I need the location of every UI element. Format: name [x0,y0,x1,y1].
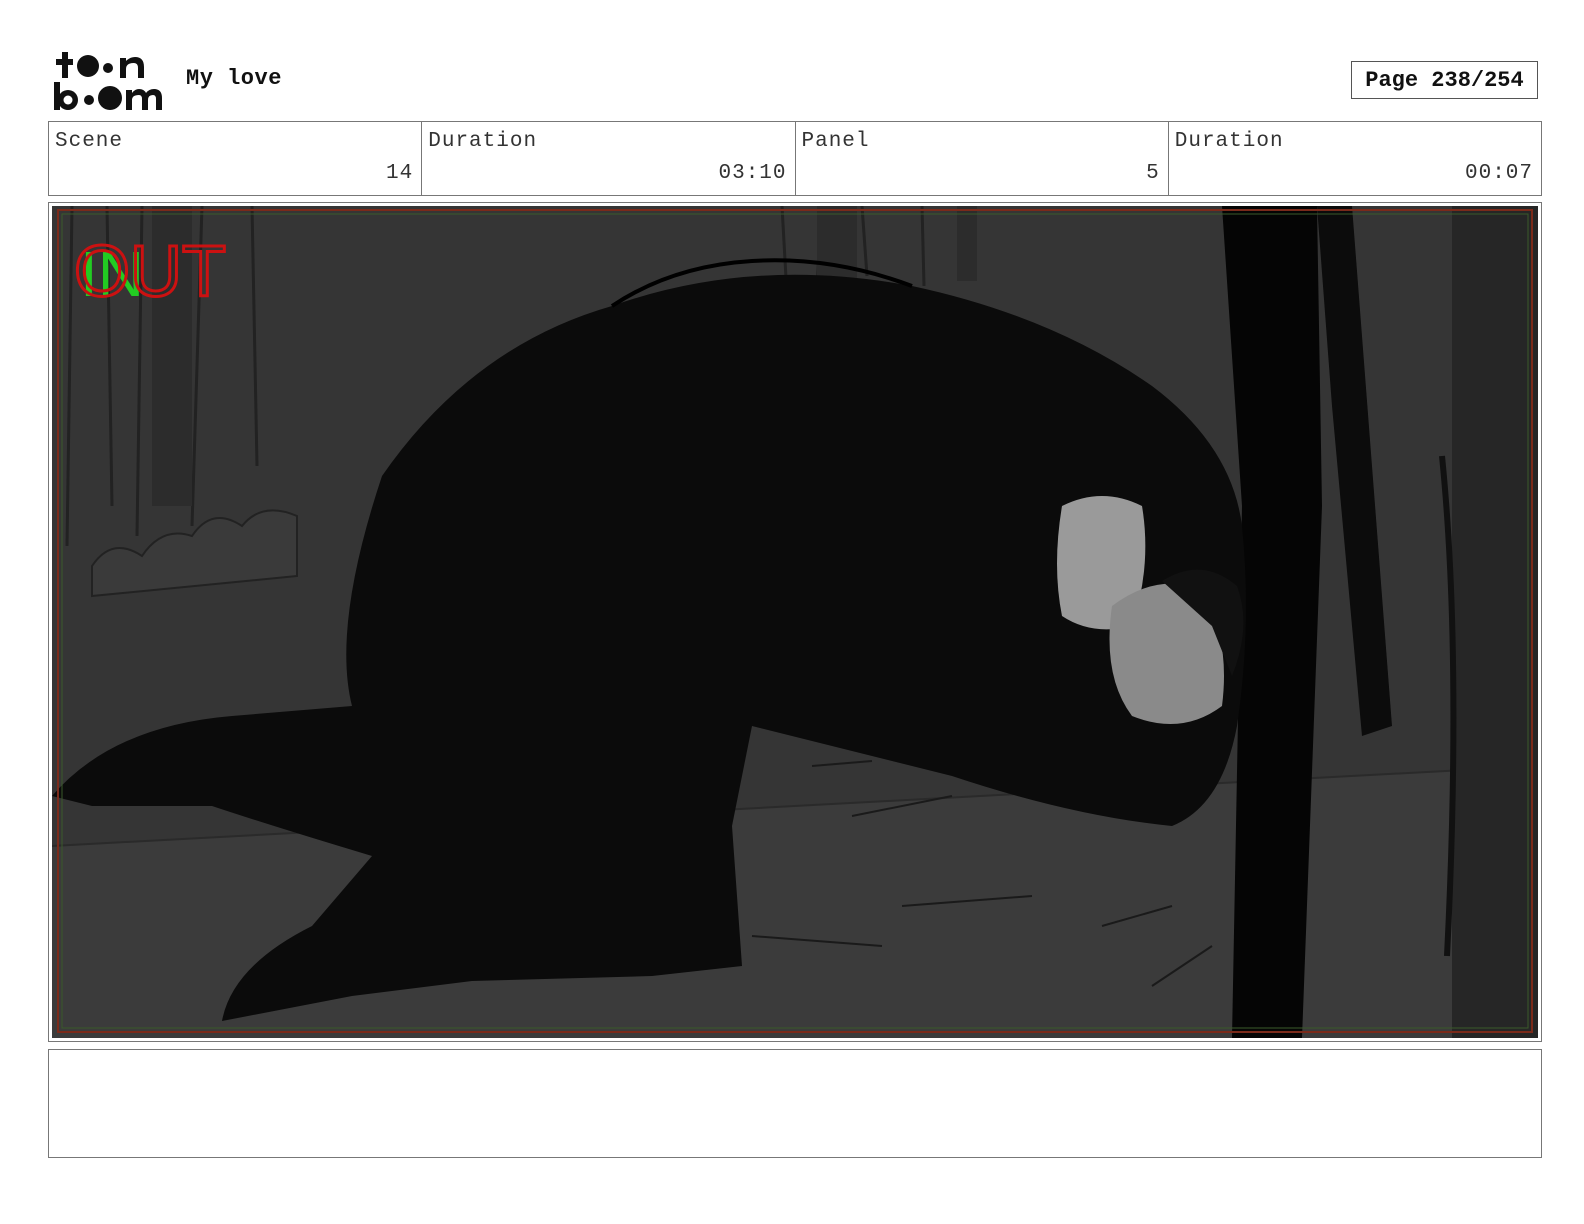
panel-duration-cell: Duration 00:07 [1169,122,1541,195]
panel-value: 5 [1146,162,1160,185]
panel-info-table: Scene 14 Duration 03:10 Panel 5 Duration… [48,121,1542,196]
scene-duration-label: Duration [428,130,538,153]
scene-cell: Scene 14 [49,122,423,195]
scene-label: Scene [55,130,124,153]
scene-value: 14 [386,162,414,185]
scene-duration-cell: Duration 03:10 [422,122,796,195]
storyboard-panel-image: IN OUT [52,206,1538,1038]
page-indicator: Page 238/254 [1351,61,1538,99]
scene-duration-value: 03:10 [718,162,787,185]
panel-duration-value: 00:07 [1464,162,1533,185]
out-marker: OUT [74,232,226,312]
project-title: My love [186,66,282,91]
panel-cell: Panel 5 [796,122,1169,195]
panel-notes-box[interactable] [48,1049,1542,1158]
toon-boom-logo [54,52,162,110]
panel-duration-label: Duration [1174,130,1284,153]
panel-label: Panel [801,130,870,153]
